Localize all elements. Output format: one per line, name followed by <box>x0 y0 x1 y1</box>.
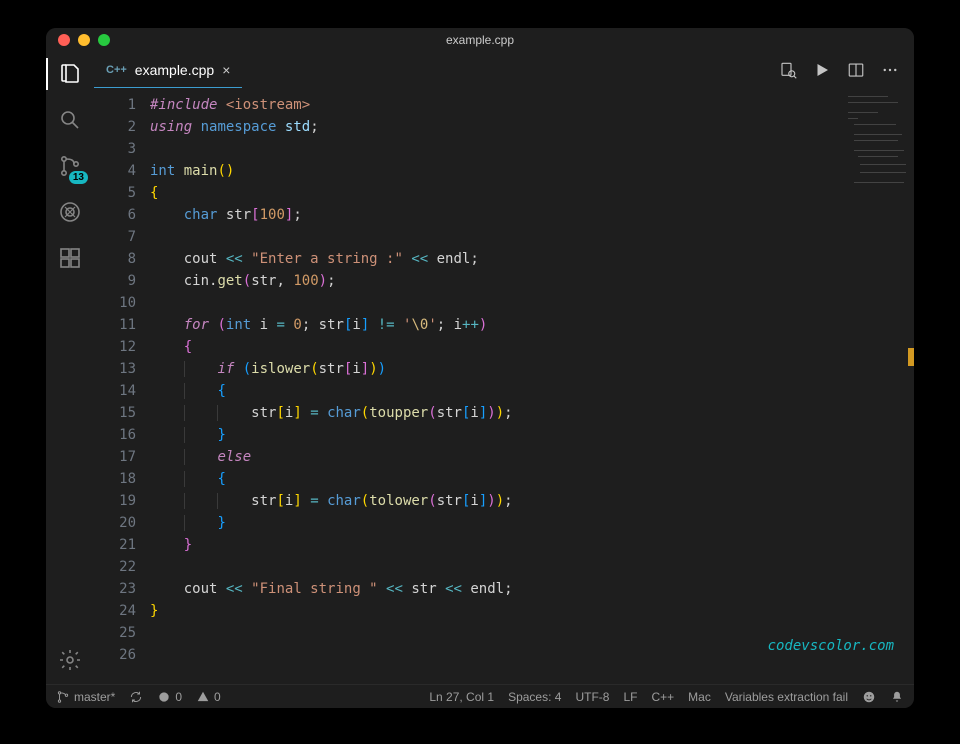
line-number: 3 <box>94 138 136 160</box>
line-number: 21 <box>94 534 136 556</box>
zoom-window-button[interactable] <box>98 34 110 46</box>
status-os[interactable]: Mac <box>688 690 711 704</box>
line-number: 12 <box>94 336 136 358</box>
line-number: 7 <box>94 226 136 248</box>
status-encoding[interactable]: UTF-8 <box>575 690 609 704</box>
line-number: 11 <box>94 314 136 336</box>
line-number-gutter: 1234567891011121314151617181920212223242… <box>94 88 150 684</box>
editor-group: C++ example.cpp × 1234567891011121314151… <box>94 52 914 684</box>
code-area[interactable]: #include <iostream>using namespace std; i… <box>150 88 914 684</box>
code-line: for (int i = 0; str[i] != '\0'; i++) <box>150 314 914 336</box>
line-number: 1 <box>94 94 136 116</box>
code-line <box>150 556 914 578</box>
explorer-icon[interactable] <box>56 60 84 88</box>
editor[interactable]: 1234567891011121314151617181920212223242… <box>94 88 914 684</box>
minimap[interactable] <box>848 94 908 204</box>
code-line: str[i] = char(toupper(str[i])); <box>150 402 914 424</box>
source-control-icon[interactable]: 13 <box>56 152 84 180</box>
code-line: cout << "Final string " << str << endl; <box>150 578 914 600</box>
line-number: 23 <box>94 578 136 600</box>
status-language[interactable]: C++ <box>651 690 674 704</box>
code-line: } <box>150 424 914 446</box>
status-branch[interactable]: master* <box>56 690 115 704</box>
code-line <box>150 292 914 314</box>
extensions-icon[interactable] <box>56 244 84 272</box>
code-line: char str[100]; <box>150 204 914 226</box>
status-message[interactable]: Variables extraction fail <box>725 690 848 704</box>
code-line: { <box>150 182 914 204</box>
line-number: 26 <box>94 644 136 666</box>
status-warnings[interactable]: 0 <box>196 690 221 704</box>
code-line: { <box>150 336 914 358</box>
code-line: { <box>150 468 914 490</box>
code-line: else <box>150 446 914 468</box>
scm-badge: 13 <box>69 171 88 184</box>
minimize-window-button[interactable] <box>78 34 90 46</box>
code-line: if (islower(str[i])) <box>150 358 914 380</box>
status-cursor[interactable]: Ln 27, Col 1 <box>429 690 494 704</box>
code-line <box>150 138 914 160</box>
line-number: 5 <box>94 182 136 204</box>
tab-language-badge: C++ <box>106 64 127 76</box>
code-line: #include <iostream> <box>150 94 914 116</box>
status-spaces[interactable]: Spaces: 4 <box>508 690 561 704</box>
find-in-file-icon[interactable] <box>778 60 798 80</box>
code-line: { <box>150 380 914 402</box>
code-line: using namespace std; <box>150 116 914 138</box>
search-icon[interactable] <box>56 106 84 134</box>
code-line: cin.get(str, 100); <box>150 270 914 292</box>
line-number: 19 <box>94 490 136 512</box>
watermark: codevscolor.com <box>768 638 894 654</box>
debug-icon[interactable] <box>56 198 84 226</box>
tab-example-cpp[interactable]: C++ example.cpp × <box>94 52 242 88</box>
status-errors[interactable]: 0 <box>157 690 182 704</box>
line-number: 16 <box>94 424 136 446</box>
code-line: int main() <box>150 160 914 182</box>
status-feedback-icon[interactable] <box>862 690 876 704</box>
activity-bar: 13 <box>46 52 94 684</box>
status-sync-icon[interactable] <box>129 690 143 704</box>
code-line: cout << "Enter a string :" << endl; <box>150 248 914 270</box>
line-number: 18 <box>94 468 136 490</box>
line-number: 9 <box>94 270 136 292</box>
line-number: 17 <box>94 446 136 468</box>
overview-ruler-warning <box>908 348 914 366</box>
code-line: } <box>150 512 914 534</box>
code-line: str[i] = char(tolower(str[i])); <box>150 490 914 512</box>
editor-actions <box>778 52 914 88</box>
line-number: 25 <box>94 622 136 644</box>
line-number: 20 <box>94 512 136 534</box>
tab-label: example.cpp <box>135 62 214 78</box>
code-line: } <box>150 534 914 556</box>
line-number: 2 <box>94 116 136 138</box>
line-number: 10 <box>94 292 136 314</box>
more-actions-icon[interactable] <box>880 60 900 80</box>
titlebar: example.cpp <box>46 28 914 52</box>
editor-window: example.cpp 13 <box>46 28 914 708</box>
window-controls <box>58 34 110 46</box>
tab-bar: C++ example.cpp × <box>94 52 914 88</box>
status-bell-icon[interactable] <box>890 690 904 704</box>
code-line <box>150 226 914 248</box>
close-window-button[interactable] <box>58 34 70 46</box>
settings-gear-icon[interactable] <box>56 646 84 674</box>
line-number: 14 <box>94 380 136 402</box>
line-number: 15 <box>94 402 136 424</box>
line-number: 4 <box>94 160 136 182</box>
line-number: 8 <box>94 248 136 270</box>
line-number: 6 <box>94 204 136 226</box>
split-editor-icon[interactable] <box>846 60 866 80</box>
status-bar: master* 0 0 Ln 27, Col 1 Spaces: 4 UTF-8… <box>46 684 914 708</box>
line-number: 22 <box>94 556 136 578</box>
code-line: } <box>150 600 914 622</box>
window-title: example.cpp <box>46 33 914 47</box>
line-number: 24 <box>94 600 136 622</box>
run-icon[interactable] <box>812 60 832 80</box>
status-eol[interactable]: LF <box>623 690 637 704</box>
tab-close-icon[interactable]: × <box>222 62 230 78</box>
line-number: 13 <box>94 358 136 380</box>
